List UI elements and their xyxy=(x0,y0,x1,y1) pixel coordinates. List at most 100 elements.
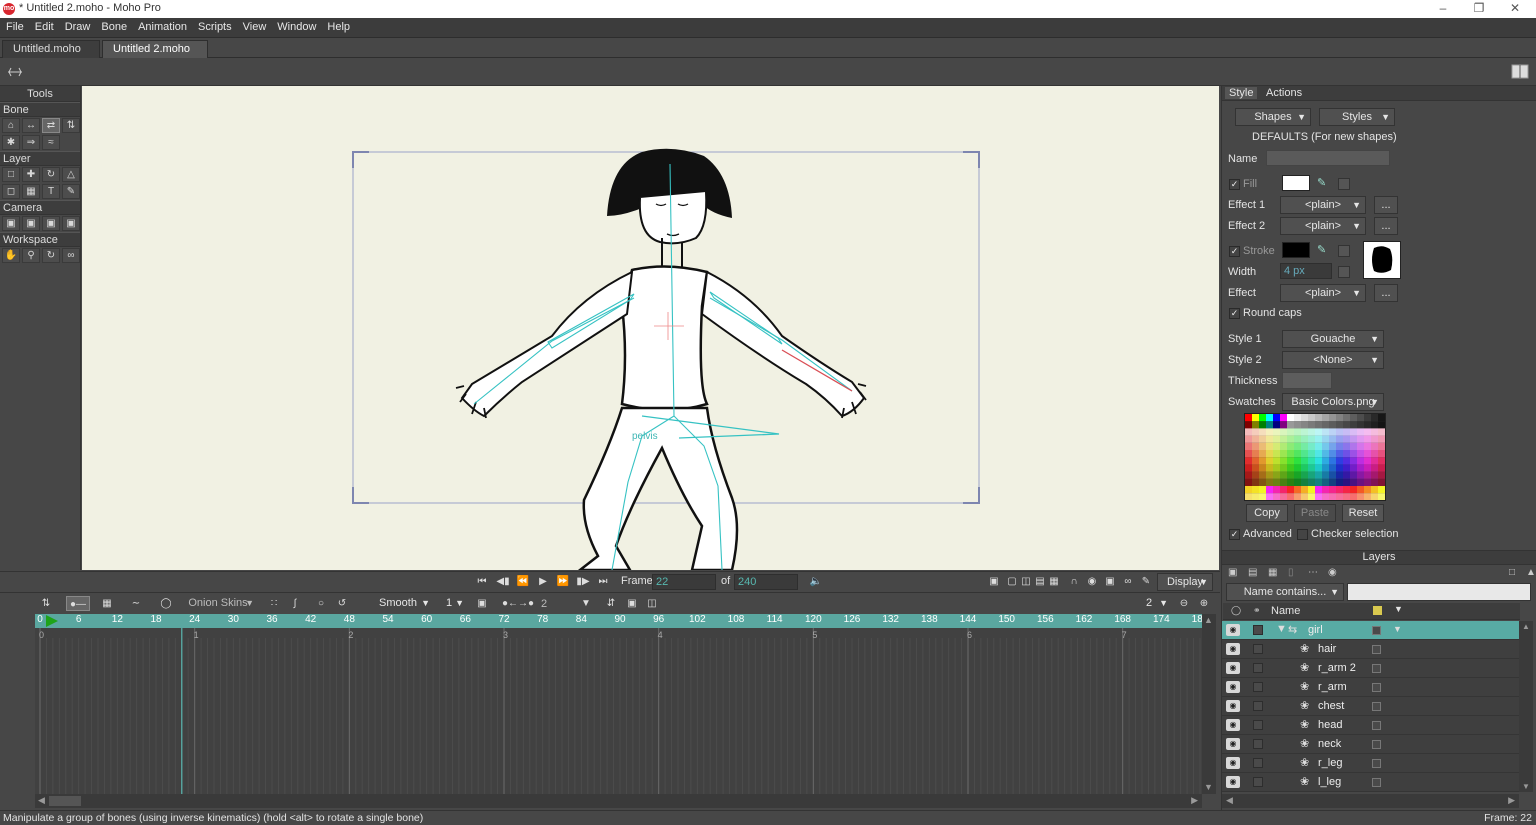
swatch-cell[interactable] xyxy=(1273,464,1280,472)
swatch-cell[interactable] xyxy=(1343,450,1350,458)
swatch-cell[interactable] xyxy=(1273,450,1280,458)
scroll-thumb[interactable] xyxy=(49,796,81,806)
swatch-cell[interactable] xyxy=(1322,414,1329,422)
swatch-cell[interactable] xyxy=(1252,421,1259,429)
playhead-start-icon[interactable] xyxy=(45,615,59,627)
layer-channel-icon[interactable]: ▦ xyxy=(96,596,118,611)
swatch-cell[interactable] xyxy=(1336,471,1343,479)
view-single-icon[interactable]: ▣ xyxy=(986,574,1002,589)
swatch-cell[interactable] xyxy=(1252,414,1259,422)
swatch-cell[interactable] xyxy=(1378,471,1385,479)
timeline-vertical-scrollbar[interactable]: ▲ ▼ xyxy=(1202,614,1216,794)
swatch-cell[interactable] xyxy=(1350,421,1357,429)
swatch-cell[interactable] xyxy=(1301,421,1308,429)
swatch-cell[interactable] xyxy=(1308,471,1315,479)
swatch-cell[interactable] xyxy=(1371,493,1378,501)
eye-icon[interactable]: ◉ xyxy=(1226,719,1240,731)
swatch-cell[interactable] xyxy=(1357,478,1364,486)
layer-color-box[interactable] xyxy=(1372,778,1381,787)
duplicate-layer-icon[interactable]: ▤ xyxy=(1248,567,1257,578)
select-bone-tool-icon[interactable]: ⌂ xyxy=(2,118,20,133)
swatch-cell[interactable] xyxy=(1287,457,1294,465)
scroll-left-icon[interactable]: ◀ xyxy=(38,795,45,806)
eye-icon[interactable]: ◉ xyxy=(1226,624,1240,636)
swatch-cell[interactable] xyxy=(1287,478,1294,486)
swatch-cell[interactable] xyxy=(1252,478,1259,486)
swatch-cell[interactable] xyxy=(1364,442,1371,450)
swatch-cell[interactable] xyxy=(1301,493,1308,501)
add-bone-tool-icon[interactable]: ✱ xyxy=(2,135,20,150)
new-layer-icon[interactable]: ▣ xyxy=(1228,567,1237,578)
layer-color-box[interactable] xyxy=(1372,626,1381,635)
swatch-cell[interactable] xyxy=(1294,414,1301,422)
swatch-cell[interactable] xyxy=(1378,442,1385,450)
swatch-cell[interactable] xyxy=(1280,464,1287,472)
swatch-cell[interactable] xyxy=(1364,493,1371,501)
fast-forward-icon[interactable]: ⏩ xyxy=(555,574,571,589)
layer-color-box[interactable] xyxy=(1372,759,1381,768)
swatch-cell[interactable] xyxy=(1378,435,1385,443)
swatch-cell[interactable] xyxy=(1371,486,1378,494)
swatch-cell[interactable] xyxy=(1273,486,1280,494)
play-icon[interactable]: ▶ xyxy=(535,574,551,589)
swatch-cell[interactable] xyxy=(1371,428,1378,436)
key-step-icon[interactable]: ●←→● xyxy=(498,596,538,611)
swatch-cell[interactable] xyxy=(1287,471,1294,479)
round-caps-checkbox[interactable]: ✓ xyxy=(1229,308,1240,319)
swatch-cell[interactable] xyxy=(1245,493,1252,501)
style1-dropdown[interactable]: Gouache ▼ xyxy=(1282,330,1384,348)
swatch-cell[interactable] xyxy=(1245,414,1252,422)
stroke-checkbox[interactable]: ✓ xyxy=(1229,246,1240,257)
swatch-cell[interactable] xyxy=(1378,450,1385,458)
lock-checkbox[interactable] xyxy=(1253,701,1263,711)
tab-untitled-2[interactable]: Untitled 2.moho ✏ xyxy=(102,40,208,72)
swatch-cell[interactable] xyxy=(1336,421,1343,429)
swatch-cell[interactable] xyxy=(1259,435,1266,443)
swatch-cell[interactable] xyxy=(1364,457,1371,465)
menu-bone[interactable]: Bone xyxy=(95,18,132,33)
swatch-cell[interactable] xyxy=(1280,414,1287,422)
swatch-cell[interactable] xyxy=(1287,493,1294,501)
swatch-cell[interactable] xyxy=(1371,421,1378,429)
swatch-cell[interactable] xyxy=(1245,428,1252,436)
thickness-input[interactable] xyxy=(1282,372,1332,389)
swatch-cell[interactable] xyxy=(1343,435,1350,443)
stroke-color-swatch[interactable] xyxy=(1282,242,1310,258)
swatch-cell[interactable] xyxy=(1294,442,1301,450)
swatch-cell[interactable] xyxy=(1343,457,1350,465)
swatch-cell[interactable] xyxy=(1329,435,1336,443)
swatch-cell[interactable] xyxy=(1357,493,1364,501)
swatch-cell[interactable] xyxy=(1287,414,1294,422)
swatch-cell[interactable] xyxy=(1252,442,1259,450)
swatch-cell[interactable] xyxy=(1315,421,1322,429)
swatch-cell[interactable] xyxy=(1343,471,1350,479)
swatch-cell[interactable] xyxy=(1350,450,1357,458)
swatch-cell[interactable] xyxy=(1378,464,1385,472)
bone-channel-icon[interactable]: ●— xyxy=(66,596,90,611)
curve-channel-icon[interactable]: ∼ xyxy=(124,596,148,611)
rotate-workspace-icon[interactable]: ↻ xyxy=(42,248,60,263)
swatch-cell[interactable] xyxy=(1308,457,1315,465)
swatch-cell[interactable] xyxy=(1301,478,1308,486)
swatch-cell[interactable] xyxy=(1315,457,1322,465)
view-grid-icon[interactable]: ▦ xyxy=(1046,574,1062,589)
scroll-left-icon[interactable]: ◀ xyxy=(1226,795,1233,806)
swatch-cell[interactable] xyxy=(1301,457,1308,465)
swatch-cell[interactable] xyxy=(1315,478,1322,486)
swatch-cell[interactable] xyxy=(1308,421,1315,429)
swatch-cell[interactable] xyxy=(1350,464,1357,472)
menu-edit[interactable]: Edit xyxy=(29,18,59,33)
close-icon[interactable]: ✕ xyxy=(1497,0,1533,18)
interp-count-dropdown[interactable]: 1 ▼ xyxy=(440,595,468,613)
swatch-cell[interactable] xyxy=(1294,457,1301,465)
swatch-cell[interactable] xyxy=(1329,450,1336,458)
layer-row-r-arm-2[interactable]: ◉ ❀ r_arm 2 xyxy=(1222,659,1519,678)
swatch-cell[interactable] xyxy=(1322,493,1329,501)
eye-icon[interactable]: ◉ xyxy=(1226,757,1240,769)
swatch-cell[interactable] xyxy=(1266,421,1273,429)
swatch-cell[interactable] xyxy=(1350,442,1357,450)
fill-checkbox[interactable]: ✓ xyxy=(1229,179,1240,190)
swatch-cell[interactable] xyxy=(1378,428,1385,436)
swatch-cell[interactable] xyxy=(1357,464,1364,472)
menu-window[interactable]: Window xyxy=(271,18,321,33)
